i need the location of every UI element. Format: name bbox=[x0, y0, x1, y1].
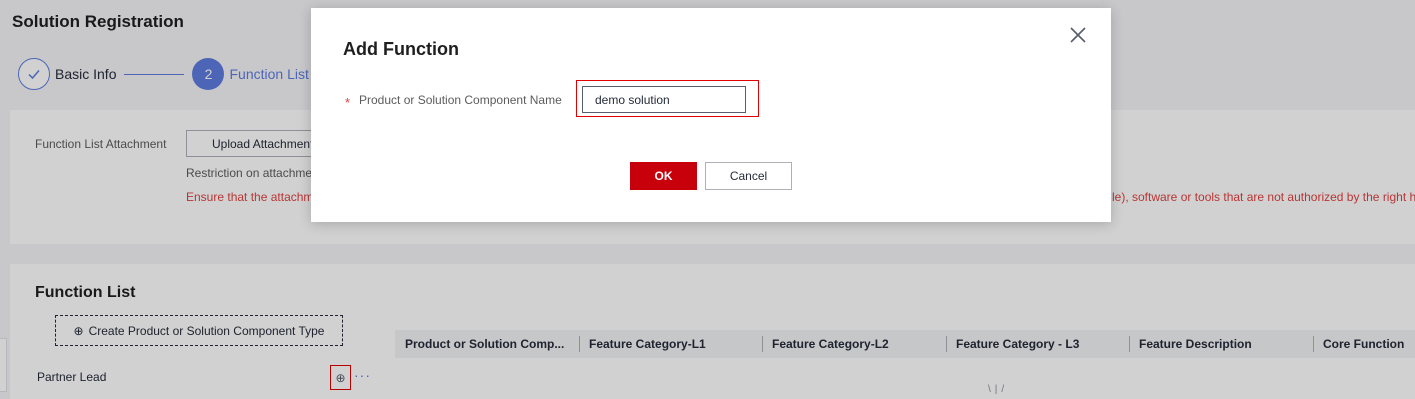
close-icon[interactable] bbox=[1068, 25, 1088, 45]
dialog-title: Add Function bbox=[343, 39, 459, 59]
cancel-button[interactable]: Cancel bbox=[705, 162, 792, 190]
component-name-input[interactable] bbox=[582, 86, 746, 113]
required-mark: * bbox=[345, 95, 351, 110]
add-function-dialog: Add Function * Product or Solution Compo… bbox=[311, 8, 1111, 222]
component-name-label: Product or Solution Component Name bbox=[359, 93, 562, 107]
ok-button[interactable]: OK bbox=[630, 162, 697, 190]
